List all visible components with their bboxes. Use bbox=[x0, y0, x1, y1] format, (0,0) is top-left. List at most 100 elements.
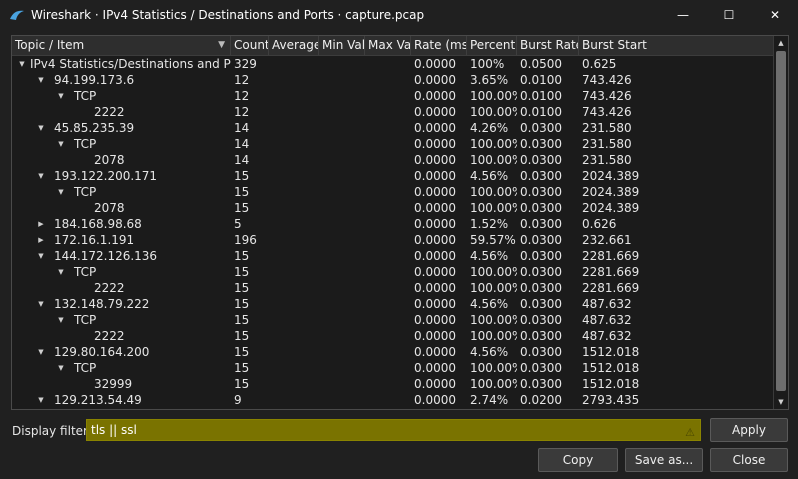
percent-cell: 4.56% bbox=[470, 297, 509, 311]
expand-down-icon[interactable]: ▼ bbox=[56, 136, 66, 152]
copy-button[interactable]: Copy bbox=[538, 448, 618, 472]
minimize-icon: — bbox=[677, 8, 689, 22]
expand-down-icon[interactable]: ▼ bbox=[56, 312, 66, 328]
expand-down-icon[interactable]: ▼ bbox=[36, 344, 46, 360]
tree-row[interactable]: ▼ TCP 12 0.0000 100.00%0.0100 743.426 bbox=[12, 88, 774, 104]
tree-row[interactable]: ▼IPv4 Statistics/Destinations and Ports3… bbox=[12, 56, 774, 72]
expand-down-icon[interactable]: ▼ bbox=[36, 72, 46, 88]
percent-cell: 100% bbox=[470, 57, 505, 71]
percent-cell: 4.56% bbox=[470, 345, 509, 359]
topic-label: 129.80.164.200 bbox=[54, 345, 150, 359]
tree-row[interactable]: ▼ 94.199.173.6 12 0.0000 3.65% 0.0100 743.426 bbox=[12, 72, 774, 88]
expand-right-icon[interactable]: ▶ bbox=[36, 216, 46, 232]
max-val-cell bbox=[365, 184, 411, 200]
column-header-min-val[interactable]: Min Val bbox=[319, 36, 365, 55]
burst-rate-cell: 0.0300 bbox=[520, 297, 562, 311]
burst-rate-cell: 0.0300 bbox=[520, 313, 562, 327]
column-header-max-val[interactable]: Max Val bbox=[365, 36, 411, 55]
rate-cell: 0.0000 bbox=[414, 105, 456, 119]
scroll-down-icon[interactable]: ▼ bbox=[774, 395, 788, 409]
scrollbar-thumb[interactable] bbox=[776, 51, 786, 391]
statistics-tree[interactable]: Topic / Item ▼ Count Average Min Val Max… bbox=[11, 35, 789, 410]
burst-start-cell: 231.580 bbox=[582, 153, 632, 167]
tree-row[interactable]: ▼ TCP 15 0.0000 100.00%0.0300 487.632 bbox=[12, 312, 774, 328]
expand-down-icon[interactable]: ▼ bbox=[36, 168, 46, 184]
expand-down-icon[interactable]: ▼ bbox=[56, 88, 66, 104]
max-val-cell bbox=[365, 248, 411, 264]
topic-label: TCP bbox=[74, 137, 97, 151]
burst-start-cell: 1512.018 bbox=[582, 345, 640, 359]
tree-row[interactable]: ▼ 132.148.79.222 15 0.0000 4.56% 0.0300 487.63… bbox=[12, 296, 774, 312]
tree-row[interactable]: 2222 15 0.0000 100.00%0.0300 487.632 bbox=[12, 328, 774, 344]
burst-start-cell: 2281.669 bbox=[582, 265, 640, 279]
tree-row[interactable]: 2078 15 0.0000 100.00%0.0300 2024.389 bbox=[12, 200, 774, 216]
tree-row[interactable]: ▶ 184.168.98.68 5 0.0000 1.52% 0.0300 0.626 bbox=[12, 216, 774, 232]
burst-start-cell: 2024.389 bbox=[582, 185, 640, 199]
tree-row[interactable]: ▼ TCP 14 0.0000 100.00%0.0300 231.580 bbox=[12, 136, 774, 152]
percent-cell: 3.65% bbox=[470, 73, 509, 87]
tree-row[interactable]: 2222 12 0.0000 100.00%0.0100 743.426 bbox=[12, 104, 774, 120]
save-as-button[interactable]: Save as... bbox=[625, 448, 703, 472]
expand-down-icon[interactable]: ▼ bbox=[56, 264, 66, 280]
column-header-label: Burst Start bbox=[582, 38, 647, 52]
expand-down-icon[interactable]: ▼ bbox=[36, 392, 46, 408]
sort-descending-icon: ▼ bbox=[218, 40, 225, 50]
tree-row[interactable]: ▼ 144.172.126.136 15 0.0000 4.56% 0.0300 2281.… bbox=[12, 248, 774, 264]
topic-cell: ▶ 184.168.98.68 bbox=[12, 216, 231, 232]
expand-right-icon[interactable]: ▶ bbox=[36, 232, 46, 248]
max-val-cell bbox=[365, 88, 411, 104]
tree-row[interactable]: ▼ TCP 15 0.0000 100.00%0.0300 1512.018 bbox=[12, 360, 774, 376]
expand-down-icon[interactable]: ▼ bbox=[56, 360, 66, 376]
tree-row[interactable]: 32999 15 0.0000 100.00%0.0300 1512.018 bbox=[12, 376, 774, 392]
display-filter-input[interactable]: tls || ssl ⚠ bbox=[86, 419, 701, 441]
burst-start-cell: 1512.018 bbox=[582, 377, 640, 391]
apply-button[interactable]: Apply bbox=[710, 418, 788, 442]
average-cell bbox=[269, 120, 319, 136]
column-header-count[interactable]: Count bbox=[231, 36, 269, 55]
minimize-button[interactable]: — bbox=[660, 0, 706, 30]
burst-start-cell: 0.626 bbox=[582, 217, 617, 231]
tree-row[interactable]: ▼ 129.80.164.200 15 0.0000 4.56% 0.0300 1512.0… bbox=[12, 344, 774, 360]
tree-row[interactable]: ▼ TCP 15 0.0000 100.00%0.0300 2024.389 bbox=[12, 184, 774, 200]
burst-rate-cell: 0.0300 bbox=[520, 169, 562, 183]
max-val-cell bbox=[365, 376, 411, 392]
expand-down-icon[interactable]: ▼ bbox=[36, 296, 46, 312]
column-header-topic[interactable]: Topic / Item ▼ bbox=[12, 36, 231, 55]
tree-row[interactable]: ▼ 193.122.200.171 15 0.0000 4.56% 0.0300 2024.… bbox=[12, 168, 774, 184]
expand-down-icon[interactable]: ▼ bbox=[56, 184, 66, 200]
maximize-button[interactable]: ☐ bbox=[706, 0, 752, 30]
tree-row[interactable]: ▼ TCP 15 0.0000 100.00%0.0300 2281.669 bbox=[12, 264, 774, 280]
window-title: Wireshark · IPv4 Statistics / Destinatio… bbox=[31, 8, 425, 22]
burst-start-cell: 2281.669 bbox=[582, 249, 640, 263]
tree-row[interactable]: ▼ 45.85.235.39 14 0.0000 4.26% 0.0300 231.580 bbox=[12, 120, 774, 136]
column-header-average[interactable]: Average bbox=[269, 36, 319, 55]
percent-cell: 100.00% bbox=[470, 89, 517, 103]
close-button[interactable]: Close bbox=[710, 448, 788, 472]
expand-down-icon[interactable]: ▼ bbox=[36, 120, 46, 136]
expand-down-icon[interactable]: ▼ bbox=[36, 248, 46, 264]
vertical-scrollbar[interactable]: ▲ ▼ bbox=[773, 36, 788, 409]
count-cell: 12 bbox=[234, 105, 250, 119]
tree-row[interactable]: ▶ 172.16.1.191 196 0.0000 59.57% 0.0300 232.66… bbox=[12, 232, 774, 248]
tree-row[interactable]: ▼ 129.213.54.49 9 0.0000 2.74% 0.0200 2793.435 bbox=[12, 392, 774, 408]
column-header-percent[interactable]: Percent bbox=[467, 36, 517, 55]
topic-cell: ▼ 45.85.235.39 bbox=[12, 120, 231, 136]
tree-row[interactable]: 2222 15 0.0000 100.00%0.0300 2281.669 bbox=[12, 280, 774, 296]
column-header-burst-start[interactable]: Burst Start bbox=[579, 36, 774, 55]
burst-start-cell: 487.632 bbox=[582, 313, 632, 327]
topic-label: 172.16.1.191 bbox=[54, 233, 135, 247]
tree-row[interactable]: 2078 14 0.0000 100.00%0.0300 231.580 bbox=[12, 152, 774, 168]
expand-down-icon[interactable]: ▼ bbox=[17, 56, 27, 72]
column-header-label: Min Val bbox=[322, 38, 365, 52]
count-cell: 15 bbox=[234, 313, 250, 327]
close-window-button[interactable]: ✕ bbox=[752, 0, 798, 30]
max-val-cell bbox=[365, 200, 411, 216]
percent-cell: 100.00% bbox=[470, 153, 517, 167]
scroll-up-icon[interactable]: ▲ bbox=[774, 36, 788, 50]
column-header-burst-rate[interactable]: Burst Rate bbox=[517, 36, 579, 55]
average-cell bbox=[269, 152, 319, 168]
percent-cell: 100.00% bbox=[470, 313, 517, 327]
percent-cell: 100.00% bbox=[470, 377, 517, 391]
rate-cell: 0.0000 bbox=[414, 393, 456, 407]
column-header-rate[interactable]: Rate (ms) bbox=[411, 36, 467, 55]
